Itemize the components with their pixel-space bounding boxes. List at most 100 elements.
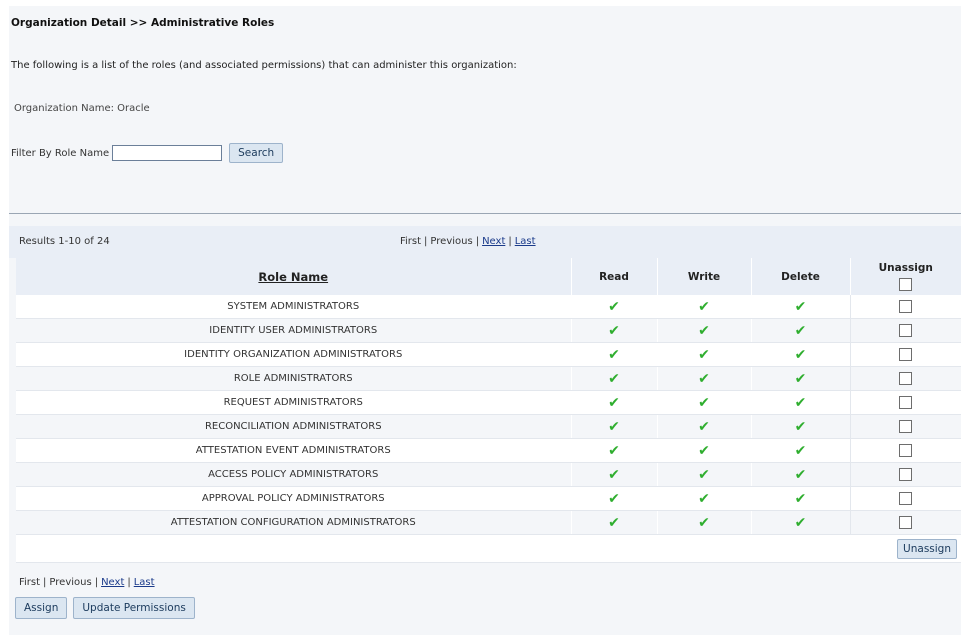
checkmark-icon: ✔ [608,490,620,507]
checkmark-icon: ✔ [698,346,710,363]
checkmark-icon: ✔ [608,322,620,339]
checkmark-icon: ✔ [698,394,710,411]
write-permission-cell: ✔ [656,510,751,535]
select-all-checkbox[interactable] [899,278,913,291]
pager-first: First [19,577,41,588]
checkmark-icon: ✔ [794,490,807,507]
divider [9,213,961,214]
assign-button[interactable]: Assign [15,597,68,619]
unassign-checkbox[interactable] [899,300,913,313]
unassign-checkbox[interactable] [899,324,913,337]
checkmark-icon: ✔ [794,394,807,411]
checkmark-icon: ✔ [794,442,807,459]
table-row: ACCESS POLICY ADMINISTRATORS ✔ ✔ ✔ [16,462,961,487]
unassign-checkbox[interactable] [899,420,913,433]
read-permission-cell: ✔ [570,414,657,439]
role-name-cell: ATTESTATION EVENT ADMINISTRATORS [16,438,571,463]
unassign-cell [849,295,961,319]
pager-previous: Previous [430,236,473,247]
pager-separator: | [424,236,428,247]
checkmark-icon: ✔ [794,418,807,435]
pager-separator: | [94,577,99,588]
update-permissions-button[interactable]: Update Permissions [73,597,195,619]
table-header-row: Role Name Read Write Delete Unassign [16,258,961,295]
roles-table: Role Name Read Write Delete Unassign SYS… [16,258,961,563]
table-row: REQUEST ADMINISTRATORS ✔ ✔ ✔ [16,390,961,415]
pager-separator: | [43,577,47,588]
pager-next-link[interactable]: Next [101,577,124,588]
unassign-checkbox[interactable] [899,516,913,529]
delete-permission-cell: ✔ [750,390,850,415]
role-name-cell: IDENTITY ORGANIZATION ADMINISTRATORS [16,342,571,367]
unassign-checkbox[interactable] [899,372,913,385]
checkmark-icon: ✔ [608,298,620,315]
footer-cell [16,534,571,563]
checkmark-icon: ✔ [698,322,710,339]
filter-label: Filter By Role Name [11,147,110,159]
column-header-delete: Delete [750,258,850,295]
unassign-cell [849,342,961,367]
checkmark-icon: ✔ [698,466,710,483]
unassign-cell [849,318,961,343]
unassign-cell [849,486,961,511]
read-permission-cell: ✔ [570,295,657,319]
role-name-cell: RECONCILIATION ADMINISTRATORS [16,414,571,439]
role-name-cell: REQUEST ADMINISTRATORS [16,390,571,415]
checkmark-icon: ✔ [698,442,710,459]
unassign-cell [849,414,961,439]
footer-cell [656,534,751,563]
checkmark-icon: ✔ [698,490,710,507]
pager-last-link[interactable]: Last [515,236,536,247]
delete-permission-cell: ✔ [750,462,850,487]
unassign-checkbox[interactable] [899,468,913,481]
write-permission-cell: ✔ [656,438,751,463]
unassign-cell [849,438,961,463]
footer-cell [750,534,850,563]
checkmark-icon: ✔ [698,298,710,315]
filter-role-name-input[interactable] [112,145,223,161]
pager-next-link[interactable]: Next [482,236,505,247]
checkmark-icon: ✔ [698,514,710,531]
pager-separator: | [127,577,131,588]
results-bar: Results 1-10 of 24 First | Previous | Next | L… [9,226,961,258]
unassign-button[interactable]: Unassign [897,538,957,559]
breadcrumb: Organization Detail >> Administrative Ro… [11,17,275,29]
write-permission-cell: ✔ [656,318,751,343]
checkmark-icon: ✔ [608,394,620,411]
column-header-read: Read [570,258,657,295]
unassign-cell [849,366,961,391]
read-permission-cell: ✔ [570,438,657,463]
checkmark-icon: ✔ [794,346,807,363]
delete-permission-cell: ✔ [750,438,850,463]
role-name-cell: ACCESS POLICY ADMINISTRATORS [16,462,571,487]
role-name-cell: ATTESTATION CONFIGURATION ADMINISTRATORS [16,510,571,535]
checkmark-icon: ✔ [794,514,807,531]
table-row: APPROVAL POLICY ADMINISTRATORS ✔ ✔ ✔ [16,486,961,511]
pager-first: First [400,236,422,247]
write-permission-cell: ✔ [656,390,751,415]
read-permission-cell: ✔ [570,342,657,367]
checkmark-icon: ✔ [698,370,710,387]
unassign-cell [849,510,961,535]
search-button[interactable]: Search [229,143,284,163]
read-permission-cell: ✔ [570,486,657,511]
read-permission-cell: ✔ [570,366,657,391]
unassign-checkbox[interactable] [899,396,913,409]
pager-last-link[interactable]: Last [134,577,155,588]
unassign-checkbox[interactable] [899,444,913,457]
checkmark-icon: ✔ [608,346,620,363]
checkmark-icon: ✔ [794,322,807,339]
column-header-write: Write [656,258,751,295]
checkmark-icon: ✔ [608,466,620,483]
unassign-checkbox[interactable] [899,492,913,505]
delete-permission-cell: ✔ [750,366,850,391]
page-description: The following is a list of the roles (an… [11,60,517,71]
column-header-role-name[interactable]: Role Name [16,258,571,295]
unassign-checkbox[interactable] [899,348,913,361]
checkmark-icon: ✔ [794,466,807,483]
delete-permission-cell: ✔ [750,486,850,511]
checkmark-icon: ✔ [794,298,807,315]
table-row: RECONCILIATION ADMINISTRATORS ✔ ✔ ✔ [16,414,961,439]
unassign-cell [849,390,961,415]
read-permission-cell: ✔ [570,318,657,343]
